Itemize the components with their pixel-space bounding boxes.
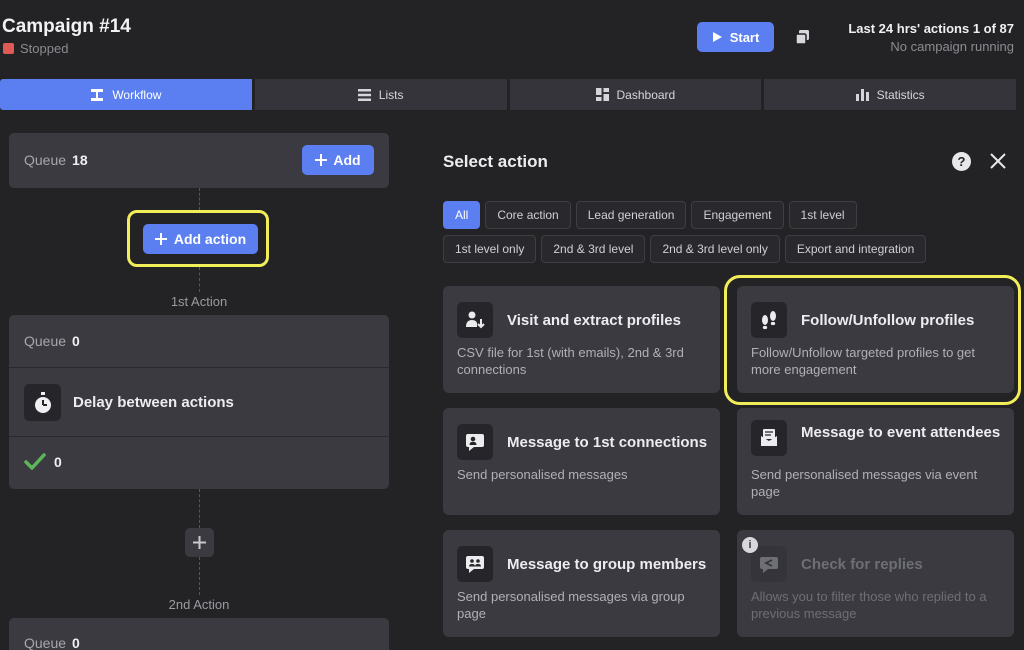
queue-label: Queue 18 bbox=[24, 152, 88, 168]
step1-queue-count: 0 bbox=[72, 333, 80, 349]
step1-done-count: 0 bbox=[54, 453, 62, 470]
card-title: Check for replies bbox=[801, 556, 923, 573]
filter-chip-lead-generation[interactable]: Lead generation bbox=[575, 201, 687, 229]
add-action-button[interactable]: Add action bbox=[143, 224, 258, 254]
step1-action-title: Delay between actions bbox=[73, 394, 234, 411]
add-button-label: Add bbox=[333, 152, 361, 168]
action-card-2[interactable]: Queue 0 bbox=[9, 618, 389, 650]
filter-chip-2nd-3rd-level-only[interactable]: 2nd & 3rd level only bbox=[650, 235, 780, 263]
close-icon[interactable] bbox=[989, 152, 1007, 170]
add-action-highlight: Add action bbox=[127, 210, 269, 267]
step2-label: 2nd Action bbox=[168, 597, 230, 612]
step1-label: 1st Action bbox=[170, 294, 228, 309]
workflow-icon bbox=[91, 88, 104, 101]
stopwatch-icon bbox=[24, 384, 61, 421]
action-card-event-attendees[interactable]: Message to event attendees Send personal… bbox=[737, 408, 1014, 515]
action-card-visit-extract[interactable]: Visit and extract profiles CSV file for … bbox=[443, 286, 720, 393]
filter-chip-1st-level[interactable]: 1st level bbox=[788, 201, 857, 229]
filter-chip-all[interactable]: All bbox=[443, 201, 481, 229]
envelope-icon bbox=[751, 420, 787, 456]
list-icon bbox=[357, 88, 371, 101]
card-description: Send personalised messages bbox=[457, 467, 628, 482]
filter-chip-2nd-3rd-level[interactable]: 2nd & 3rd level bbox=[541, 235, 646, 263]
tab-dashboard[interactable]: Dashboard bbox=[509, 79, 762, 110]
step2-queue: Queue 0 bbox=[24, 635, 80, 650]
actions-count: Last 24 hrs' actions 1 of 87 bbox=[848, 21, 1014, 36]
plus-icon bbox=[193, 536, 206, 549]
main-tabs: Workflow Lists Dashboard Statistics bbox=[0, 79, 1016, 110]
plus-icon bbox=[154, 233, 167, 245]
queue-label-text: Queue bbox=[24, 152, 67, 168]
reply-check-icon bbox=[751, 546, 787, 582]
tab-lists-label: Lists bbox=[378, 87, 404, 102]
card-title: Message to group members bbox=[507, 556, 707, 573]
filter-chip-engagement[interactable]: Engagement bbox=[691, 201, 784, 229]
divider bbox=[9, 367, 389, 368]
info-icon[interactable]: i bbox=[742, 537, 758, 553]
card-description: CSV file for 1st (with emails), 2nd & 3r… bbox=[457, 345, 684, 377]
step1-queue-label: Queue bbox=[24, 333, 67, 349]
queue-card: Queue 18 Add bbox=[9, 133, 389, 188]
connector-line bbox=[199, 188, 200, 210]
connector-line bbox=[199, 267, 200, 292]
start-button-label: Start bbox=[729, 29, 760, 45]
dashboard-icon bbox=[595, 88, 609, 101]
chat-user-icon bbox=[457, 424, 493, 460]
action-card-1[interactable]: Queue 0 Delay between actions 0 bbox=[9, 315, 389, 489]
tab-statistics-label: Statistics bbox=[876, 87, 925, 102]
action-card-group-members[interactable]: Message to group members Send personalis… bbox=[443, 530, 720, 637]
play-icon bbox=[712, 32, 722, 42]
tab-workflow-label: Workflow bbox=[112, 87, 162, 102]
actions-summary: Last 24 hrs' actions 1 of 87 No campaign… bbox=[848, 21, 1014, 54]
card-description: Send personalised messages via event pag… bbox=[751, 467, 978, 499]
add-action-label: Add action bbox=[173, 231, 247, 247]
tab-lists[interactable]: Lists bbox=[254, 79, 507, 110]
start-button[interactable]: Start bbox=[697, 22, 774, 52]
card-description: Send personalised messages via group pag… bbox=[457, 589, 685, 621]
running-status: No campaign running bbox=[890, 39, 1014, 54]
filter-chips: All Core action Lead generation Engageme… bbox=[443, 201, 943, 263]
plus-icon bbox=[315, 154, 328, 166]
chat-group-icon bbox=[457, 546, 493, 582]
status-label: Stopped bbox=[20, 41, 69, 56]
campaign-title: Campaign #14 bbox=[2, 16, 131, 37]
follow-unfollow-highlight bbox=[724, 275, 1021, 405]
tab-workflow[interactable]: Workflow bbox=[0, 79, 252, 110]
divider bbox=[9, 436, 389, 437]
connector-line bbox=[199, 489, 200, 528]
add-step-button[interactable] bbox=[185, 528, 214, 557]
stopped-status-icon bbox=[3, 43, 14, 54]
step2-queue-label: Queue bbox=[24, 635, 67, 650]
queue-count: 18 bbox=[72, 152, 88, 168]
card-description: Allows you to filter those who replied t… bbox=[751, 589, 987, 621]
filter-chip-export-integration[interactable]: Export and integration bbox=[784, 235, 927, 263]
bar-chart-icon bbox=[855, 89, 869, 101]
card-title: Visit and extract profiles bbox=[507, 312, 681, 329]
filter-chip-core-action[interactable]: Core action bbox=[485, 201, 571, 229]
tab-dashboard-label: Dashboard bbox=[616, 87, 676, 102]
help-icon[interactable]: ? bbox=[952, 152, 971, 171]
duplicate-icon[interactable] bbox=[793, 27, 813, 47]
filter-chip-1st-level-only[interactable]: 1st level only bbox=[443, 235, 537, 263]
select-action-title: Select action bbox=[443, 152, 548, 171]
connector-line bbox=[199, 557, 200, 595]
download-user-icon bbox=[457, 302, 493, 338]
action-card-check-replies: Check for replies Allows you to filter t… bbox=[737, 530, 1014, 637]
action-card-message-1st[interactable]: Message to 1st connections Send personal… bbox=[443, 408, 720, 515]
card-title: Message to event attendees bbox=[801, 424, 1001, 441]
tab-statistics[interactable]: Statistics bbox=[764, 79, 1016, 110]
step1-done: 0 bbox=[24, 453, 62, 470]
step2-queue-count: 0 bbox=[72, 635, 80, 650]
add-button[interactable]: Add bbox=[302, 145, 374, 175]
checkmark-icon bbox=[24, 453, 46, 470]
card-title: Message to 1st connections bbox=[507, 434, 708, 451]
campaign-status: Stopped bbox=[3, 41, 68, 56]
step1-queue: Queue 0 bbox=[24, 333, 80, 349]
